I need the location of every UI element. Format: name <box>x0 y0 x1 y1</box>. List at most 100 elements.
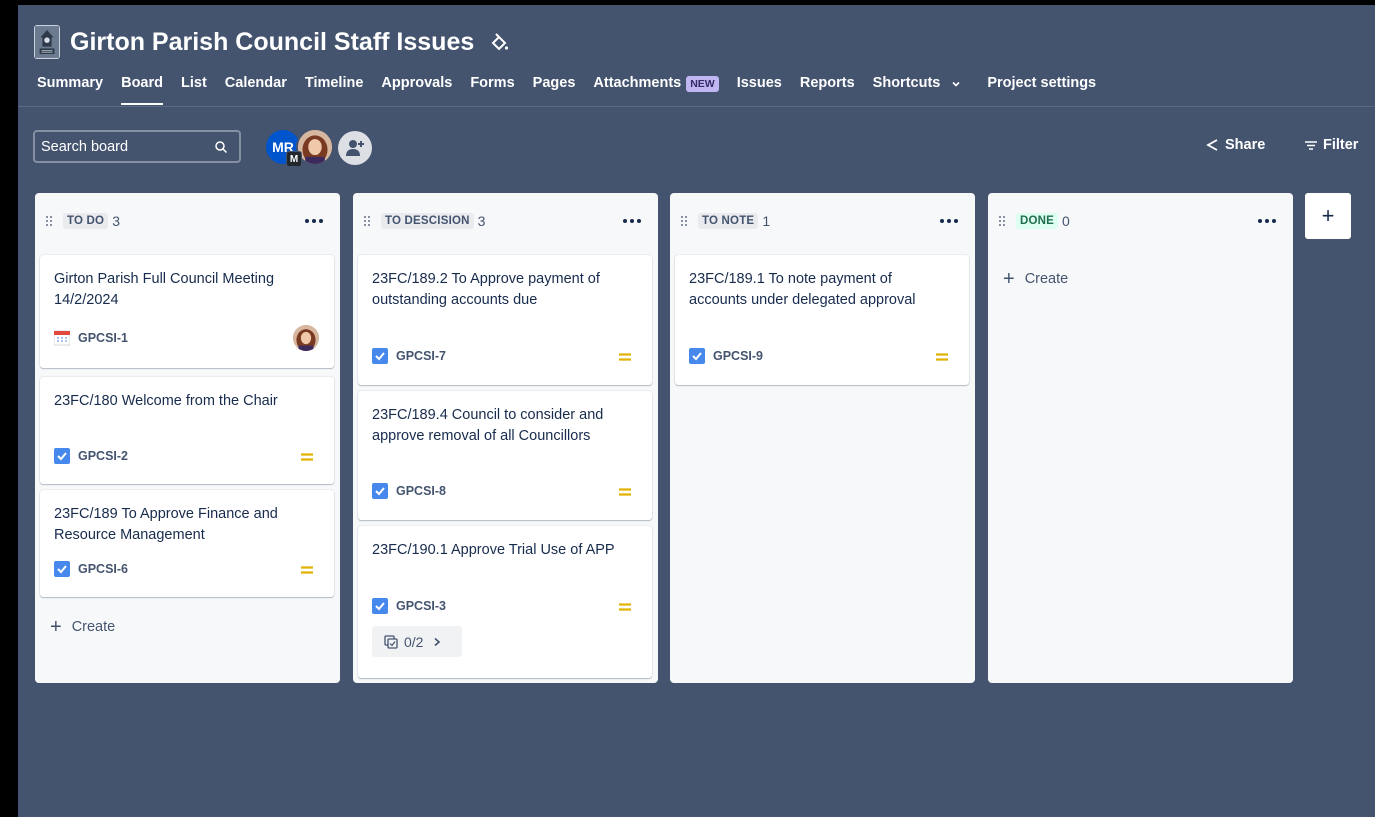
header-divider <box>18 106 1375 107</box>
create-issue-button[interactable]: + Create <box>1003 268 1068 290</box>
tab-shortcuts[interactable]: Shortcuts <box>864 71 971 105</box>
priority-medium-icon <box>301 453 313 461</box>
create-issue-button[interactable]: + Create <box>50 616 115 638</box>
drag-handle-icon[interactable] <box>680 215 688 227</box>
filter-icon <box>1305 141 1317 150</box>
issue-card[interactable]: 23FC/189.4 Council to consider and appro… <box>358 391 652 520</box>
priority-medium-icon <box>619 353 631 361</box>
add-people-button[interactable] <box>338 131 372 165</box>
priority-medium-icon <box>619 488 631 496</box>
project-nav: Summary Board List Calendar Timeline App… <box>28 71 1105 105</box>
tab-timeline[interactable]: Timeline <box>296 71 373 105</box>
checkbox-icon <box>372 598 388 614</box>
project-title: Girton Parish Council Staff Issues <box>70 28 475 56</box>
issue-card[interactable]: Girton Parish Full Council Meeting 14/2/… <box>40 255 334 368</box>
checkbox-icon <box>372 348 388 364</box>
tab-project-settings[interactable]: Project settings <box>978 71 1105 105</box>
tab-calendar[interactable]: Calendar <box>216 71 296 105</box>
chevron-down-icon <box>952 81 960 87</box>
card-title: 23FC/189 To Approve Finance and Resource… <box>54 506 278 543</box>
column-to-note: TO NOTE 1 23FC/189.1 To note payment of … <box>670 193 975 683</box>
issue-card[interactable]: 23FC/189.1 To note payment of accounts u… <box>675 255 969 385</box>
column-header: TO DESCISION 3 <box>363 211 644 231</box>
avatar-sub-badge: M <box>286 151 302 167</box>
issue-card[interactable]: 23FC/180 Welcome from the Chair GPCSI-2 <box>40 377 334 484</box>
more-icon <box>940 219 958 223</box>
column-header: TO DO 3 <box>45 211 326 231</box>
tab-pages[interactable]: Pages <box>524 71 585 105</box>
issue-card[interactable]: 23FC/189.2 To Approve payment of outstan… <box>358 255 652 385</box>
checkbox-icon <box>689 348 705 364</box>
search-input[interactable] <box>35 132 239 161</box>
subtask-progress-button[interactable]: 0/2 <box>372 626 462 657</box>
column-more-button[interactable] <box>937 211 961 231</box>
more-icon <box>1258 219 1276 223</box>
plus-icon: + <box>50 616 62 638</box>
checkbox-icon <box>54 448 70 464</box>
column-more-button[interactable] <box>620 211 644 231</box>
checkbox-icon <box>372 483 388 499</box>
tab-issues[interactable]: Issues <box>728 71 791 105</box>
column-header: DONE 0 <box>998 211 1279 231</box>
person-photo-icon <box>293 325 319 351</box>
column-more-button[interactable] <box>1255 211 1279 231</box>
column-done: DONE 0 + Create <box>988 193 1293 683</box>
card-key: GPCSI-3 <box>372 598 446 614</box>
issue-card[interactable]: 23FC/189 To Approve Finance and Resource… <box>40 490 334 597</box>
priority-medium-icon <box>619 603 631 611</box>
share-button[interactable]: Share <box>1204 137 1265 153</box>
column-to-descision: TO DESCISION 3 23FC/189.2 To Approve pay… <box>353 193 658 683</box>
paint-bucket-icon[interactable] <box>488 32 510 54</box>
card-title: 23FC/190.1 Approve Trial Use of APP <box>372 542 615 558</box>
board-frame: Girton Parish Council Staff Issues Summa… <box>18 5 1375 817</box>
tab-approvals[interactable]: Approvals <box>372 71 461 105</box>
card-key: GPCSI-7 <box>372 348 446 364</box>
plus-icon: + <box>1003 268 1015 290</box>
tab-attachments[interactable]: Attachments NEW <box>584 71 727 105</box>
drag-handle-icon[interactable] <box>998 215 1006 227</box>
priority-medium-icon <box>936 353 948 361</box>
card-title: 23FC/189.4 Council to consider and appro… <box>372 407 604 444</box>
search-icon <box>215 141 228 154</box>
card-title: 23FC/180 Welcome from the Chair <box>54 393 278 409</box>
card-key: GPCSI-6 <box>54 561 128 577</box>
column-more-button[interactable] <box>302 211 326 231</box>
new-badge: NEW <box>686 76 719 92</box>
column-count: 3 <box>112 213 121 229</box>
tab-summary[interactable]: Summary <box>28 71 112 105</box>
person-photo-icon <box>298 130 332 164</box>
project-header: Girton Parish Council Staff Issues Summa… <box>18 5 1375 107</box>
column-count: 3 <box>477 213 486 229</box>
assignee-avatar[interactable] <box>293 325 319 351</box>
tab-board[interactable]: Board <box>112 71 172 105</box>
tab-forms[interactable]: Forms <box>461 71 523 105</box>
add-user-icon <box>346 140 364 156</box>
project-logo[interactable] <box>34 25 60 59</box>
drag-handle-icon[interactable] <box>363 215 371 227</box>
more-icon <box>623 219 641 223</box>
add-column-button[interactable]: + <box>1305 193 1351 239</box>
chevron-right-icon <box>434 637 441 646</box>
subtask-icon <box>384 634 398 649</box>
card-key: GPCSI-9 <box>689 348 763 364</box>
column-header: TO NOTE 1 <box>680 211 961 231</box>
card-title: 23FC/189.1 To note payment of accounts u… <box>689 271 916 308</box>
column-count: 0 <box>1062 213 1070 229</box>
card-key: GPCSI-2 <box>54 448 128 464</box>
column-name: DONE <box>1016 213 1059 229</box>
column-count: 1 <box>762 213 771 229</box>
card-title: Girton Parish Full Council Meeting 14/2/… <box>54 271 275 308</box>
crest-icon <box>35 26 59 58</box>
column-name: TO NOTE <box>698 213 759 229</box>
calendar-icon <box>54 330 70 346</box>
tab-list[interactable]: List <box>172 71 216 105</box>
drag-handle-icon[interactable] <box>45 215 53 227</box>
issue-card[interactable]: 23FC/190.1 Approve Trial Use of APP GPCS… <box>358 526 652 678</box>
tab-reports[interactable]: Reports <box>791 71 864 105</box>
filter-button[interactable]: Filter <box>1304 137 1358 153</box>
column-name: TO DO <box>63 213 109 229</box>
column-name: TO DESCISION <box>381 213 474 229</box>
card-key: GPCSI-1 <box>54 330 128 346</box>
card-key: GPCSI-8 <box>372 483 446 499</box>
search-board[interactable] <box>33 130 241 163</box>
